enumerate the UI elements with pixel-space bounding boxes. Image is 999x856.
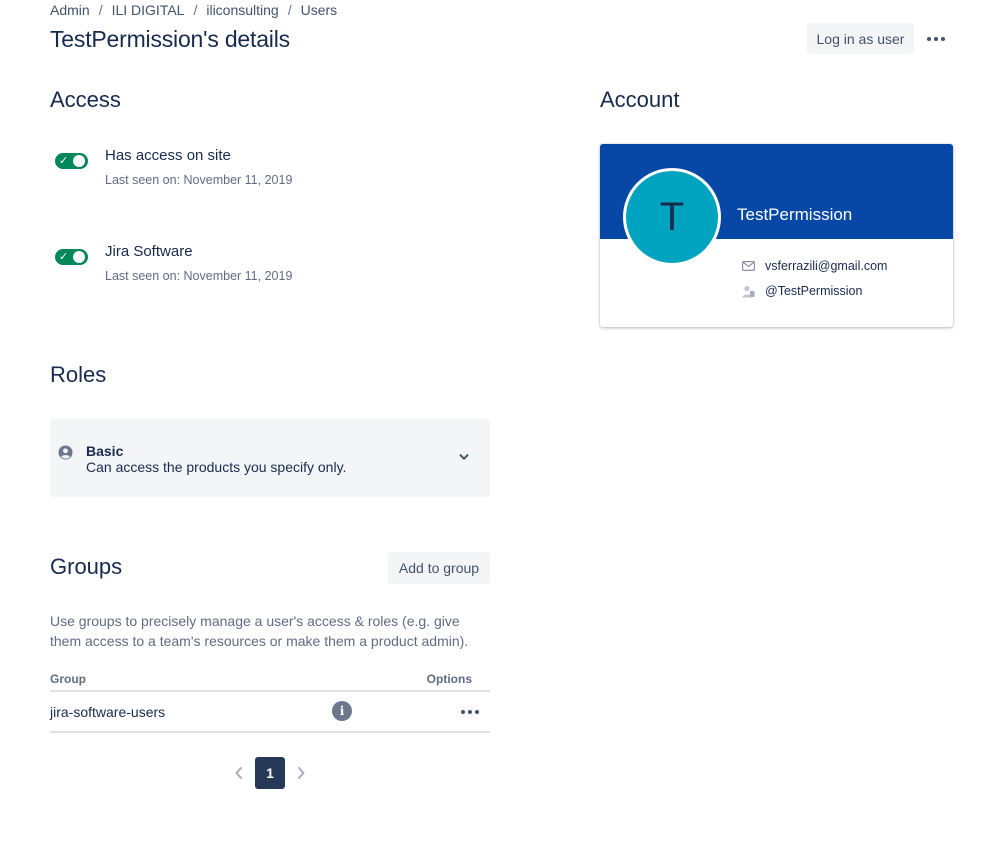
previous-page-button[interactable] (228, 757, 250, 789)
group-options-button[interactable] (458, 700, 482, 724)
account-email-row: vsferrazili@gmail.com (742, 258, 887, 274)
chevron-right-icon (298, 767, 305, 779)
account-display-name: TestPermission (737, 205, 853, 224)
breadcrumb-site[interactable]: iliconsulting (206, 2, 278, 18)
user-icon (742, 285, 755, 297)
breadcrumb-separator: / (98, 2, 103, 18)
jira-software-access-toggle[interactable]: ✓ (55, 249, 88, 265)
next-page-button[interactable] (290, 757, 312, 789)
page-button-current[interactable]: 1 (255, 757, 285, 789)
access-item-title: Jira Software (105, 243, 193, 260)
account-username-row: @TestPermission (742, 283, 862, 299)
breadcrumb-separator: / (193, 2, 198, 18)
log-in-as-user-button[interactable]: Log in as user (807, 23, 914, 54)
groups-description: Use groups to precisely manage a user's … (50, 613, 469, 649)
page-title: TestPermission's details (50, 26, 290, 52)
role-name: Basic (86, 443, 124, 459)
roles-heading: Roles (50, 362, 107, 387)
access-item-last-seen: Last seen on: November 11, 2019 (105, 269, 293, 283)
check-icon: ✓ (59, 155, 69, 167)
mail-icon (742, 261, 755, 271)
groups-heading: Groups (50, 554, 123, 579)
access-item-title: Has access on site (105, 147, 231, 164)
more-actions-button[interactable] (920, 23, 952, 54)
breadcrumb: Admin / ILI DIGITAL / iliconsulting / Us… (50, 2, 337, 18)
breadcrumb-separator: / (287, 2, 292, 18)
chevron-left-icon (235, 767, 242, 779)
account-email: vsferrazili@gmail.com (765, 259, 888, 273)
table-row: jira-software-users i (50, 692, 490, 733)
role-selector[interactable]: Basic Can access the products you specif… (50, 419, 490, 497)
account-heading: Account (600, 87, 680, 112)
info-icon[interactable]: i (332, 701, 352, 721)
groups-table: Group Options jira-software-users i (50, 670, 490, 733)
site-access-toggle[interactable]: ✓ (55, 153, 88, 169)
more-horizontal-icon (461, 710, 479, 714)
role-description: Can access the products you specify only… (86, 459, 347, 475)
check-icon: ✓ (59, 251, 69, 263)
user-avatar-icon (58, 445, 73, 460)
access-item-site: ✓ Has access on site Last seen on: Novem… (55, 146, 475, 196)
account-username: @TestPermission (765, 284, 863, 298)
account-card: T TestPermission vsferrazili@gmail.com @… (600, 144, 953, 327)
column-header-group: Group (50, 672, 86, 686)
add-to-group-button[interactable]: Add to group (388, 552, 490, 584)
access-heading: Access (50, 87, 121, 112)
table-header: Group Options (50, 670, 490, 692)
breadcrumb-users[interactable]: Users (301, 2, 338, 18)
more-horizontal-icon (927, 36, 945, 41)
access-item-jira-software: ✓ Jira Software Last seen on: November 1… (55, 242, 475, 292)
chevron-down-icon (459, 454, 469, 460)
pagination: 1 (228, 757, 312, 789)
access-item-last-seen: Last seen on: November 11, 2019 (105, 173, 293, 187)
group-name[interactable]: jira-software-users (50, 704, 165, 720)
column-header-options: Options (426, 672, 472, 686)
avatar: T (623, 168, 721, 266)
breadcrumb-organization[interactable]: ILI DIGITAL (112, 2, 185, 18)
breadcrumb-admin[interactable]: Admin (50, 2, 90, 18)
